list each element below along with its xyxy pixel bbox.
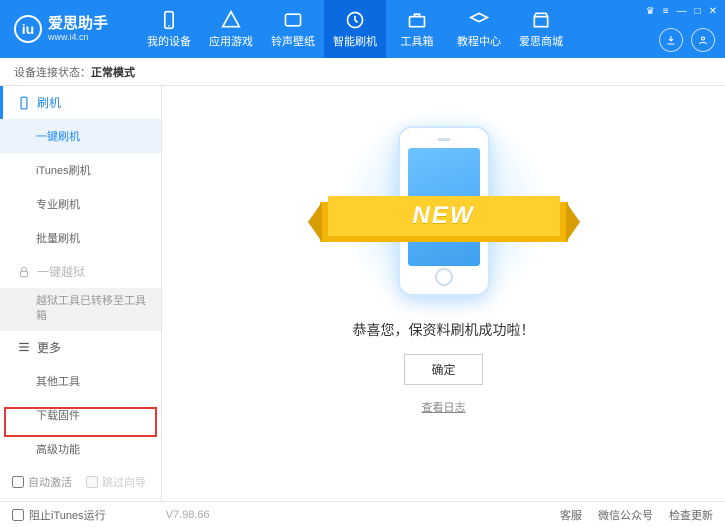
nav-my-device[interactable]: 我的设备	[138, 0, 200, 58]
footer-link-update[interactable]: 检查更新	[669, 507, 713, 523]
app-subtitle: www.i4.cn	[48, 32, 108, 42]
window-controls: ♛ ≡ — □ ✕	[646, 6, 717, 17]
grad-cap-icon	[469, 10, 489, 30]
success-message: 恭喜您，保资料刷机成功啦！	[353, 320, 535, 340]
store-icon	[531, 10, 551, 30]
success-illustration: NEW	[334, 116, 554, 306]
main-content: NEW 恭喜您，保资料刷机成功啦！ 确定 查看日志	[162, 86, 725, 501]
footer-link-wechat[interactable]: 微信公众号	[598, 507, 653, 523]
minimize-icon[interactable]: —	[677, 6, 687, 17]
footer: 阻止iTunes运行 V7.98.66 客服 微信公众号 检查更新	[0, 501, 725, 527]
phone-icon	[159, 10, 179, 30]
sidebar-item-download-fw[interactable]: 下载固件	[0, 398, 161, 432]
checkbox-label: 自动激活	[28, 474, 72, 490]
app-title: 爱思助手	[48, 16, 108, 33]
sidebar-item-other-tools[interactable]: 其他工具	[0, 364, 161, 398]
sidebar-group-more[interactable]: 更多	[0, 331, 161, 364]
sidebar-options: 自动激活 跳过向导	[0, 466, 161, 498]
download-button[interactable]	[659, 28, 683, 52]
ok-button[interactable]: 确定	[404, 354, 482, 385]
nav-store[interactable]: 爱思商城	[510, 0, 572, 58]
sidebar-item-batch[interactable]: 批量刷机	[0, 221, 161, 255]
nav-apps-games[interactable]: 应用游戏	[200, 0, 262, 58]
sidebar: 刷机 一键刷机 iTunes刷机 专业刷机 批量刷机 一键越狱 越狱工具已转移至…	[0, 86, 162, 501]
list-icon	[17, 340, 31, 354]
logo-icon: iu	[14, 15, 42, 43]
user-button[interactable]	[691, 28, 715, 52]
device-info: iPhone 15 Pro Max 512GB iPhone	[0, 498, 161, 501]
sidebar-group-label: 一键越狱	[37, 263, 85, 280]
sidebar-group-flash[interactable]: 刷机	[0, 86, 161, 119]
sidebar-item-pro[interactable]: 专业刷机	[0, 187, 161, 221]
ribbon-text: NEW	[413, 202, 475, 230]
menu-icon[interactable]: ≡	[663, 6, 669, 17]
nav-label: 爱思商城	[519, 33, 563, 49]
status-bar: 设备连接状态： 正常模式	[0, 58, 725, 86]
image-icon	[283, 10, 303, 30]
checkbox-label: 阻止iTunes运行	[29, 507, 106, 523]
sidebar-group-label: 刷机	[37, 94, 61, 111]
top-nav: 我的设备 应用游戏 铃声壁纸 智能刷机 工具箱 教程中心 爱思商城	[138, 0, 572, 58]
nav-label: 铃声壁纸	[271, 33, 315, 49]
sidebar-group-label: 更多	[37, 339, 61, 356]
lock-icon	[17, 265, 31, 279]
block-itunes-checkbox[interactable]: 阻止iTunes运行	[12, 507, 106, 523]
checkbox-label: 跳过向导	[102, 474, 146, 490]
status-mode: 正常模式	[91, 64, 135, 80]
skip-guide-checkbox[interactable]: 跳过向导	[86, 474, 146, 490]
sidebar-item-advanced[interactable]: 高级功能	[0, 432, 161, 466]
flash-icon	[345, 10, 365, 30]
close-icon[interactable]: ✕	[709, 6, 717, 17]
nav-smart-flash[interactable]: 智能刷机	[324, 0, 386, 58]
sidebar-item-oneclick[interactable]: 一键刷机	[0, 119, 161, 153]
status-label: 设备连接状态：	[14, 64, 91, 80]
nav-tutorials[interactable]: 教程中心	[448, 0, 510, 58]
nav-label: 工具箱	[401, 33, 434, 49]
auto-activate-checkbox[interactable]: 自动激活	[12, 474, 72, 490]
footer-link-support[interactable]: 客服	[560, 507, 582, 523]
nav-label: 我的设备	[147, 33, 191, 49]
sidebar-item-moved: 越狱工具已转移至工具箱	[0, 288, 161, 331]
app-header: iu 爱思助手 www.i4.cn 我的设备 应用游戏 铃声壁纸 智能刷机 工具…	[0, 0, 725, 58]
toolbox-icon	[407, 10, 427, 30]
view-log-link[interactable]: 查看日志	[422, 399, 466, 415]
gift-icon[interactable]: ♛	[646, 6, 655, 17]
nav-toolbox[interactable]: 工具箱	[386, 0, 448, 58]
apps-icon	[221, 10, 241, 30]
nav-ringtones[interactable]: 铃声壁纸	[262, 0, 324, 58]
sidebar-item-itunes[interactable]: iTunes刷机	[0, 153, 161, 187]
logo: iu 爱思助手 www.i4.cn	[14, 15, 108, 43]
nav-label: 教程中心	[457, 33, 501, 49]
nav-label: 智能刷机	[333, 33, 377, 49]
sidebar-group-jailbreak: 一键越狱	[0, 255, 161, 288]
version-label: V7.98.66	[166, 509, 210, 521]
device-icon	[17, 96, 31, 110]
maximize-icon[interactable]: □	[695, 6, 701, 17]
nav-label: 应用游戏	[209, 33, 253, 49]
